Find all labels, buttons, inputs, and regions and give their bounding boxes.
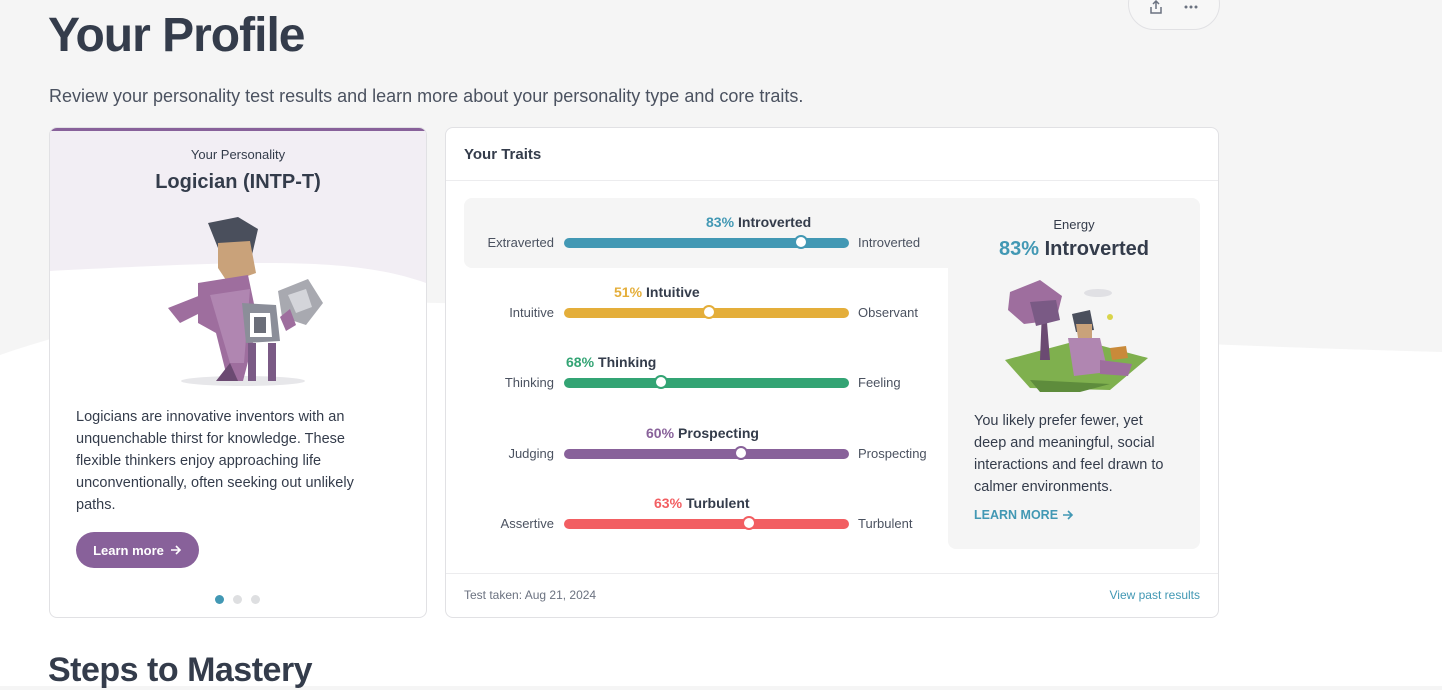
energy-panel: Energy 83% Introverted You likely prefer… <box>948 198 1200 549</box>
trait-left-label: Judging <box>508 446 554 461</box>
energy-description: You likely prefer fewer, yet deep and me… <box>974 413 1164 495</box>
personality-description: Logicians are innovative inventors with … <box>76 409 354 513</box>
logician-illustration <box>168 217 323 386</box>
traits-header: Your Traits <box>446 128 1218 181</box>
energy-percent: 83% <box>998 238 1039 260</box>
trait-percent: 83% <box>706 214 735 230</box>
traits-card: Your Traits 83% Introverted Extraverted Int… <box>445 127 1219 618</box>
traits-footer: Test taken: Aug 21, 2024 View past resul… <box>446 573 1218 617</box>
share-icon[interactable] <box>1145 0 1167 15</box>
trait-marker <box>793 235 808 249</box>
trait-left-label: Extraverted <box>487 235 554 250</box>
trait-left-label: Assertive <box>500 516 554 531</box>
trait-marker <box>733 446 748 460</box>
trait-right-label: Turbulent <box>858 516 913 531</box>
trait-bar <box>564 375 849 389</box>
trait-marker <box>702 305 717 319</box>
more-dots-icon[interactable] <box>1180 0 1202 15</box>
energy-illustration <box>1005 280 1148 392</box>
carousel-dot[interactable] <box>215 595 224 604</box>
trait-right-label: Observant <box>858 305 918 320</box>
actions-pill <box>1128 0 1220 30</box>
trait-left-label: Thinking <box>504 375 554 390</box>
trait-name: Thinking <box>598 354 657 370</box>
trait-row[interactable]: 51% Intuitive Intuitive Observant <box>464 268 949 338</box>
carousel-dots <box>215 595 260 604</box>
carousel-dot[interactable] <box>251 595 260 604</box>
page-subtitle: Review your personality test results and… <box>49 86 804 106</box>
trait-name: Introverted <box>738 214 812 230</box>
energy-learn-more-label: LEARN MORE <box>974 508 1059 522</box>
view-past-results-link[interactable]: View past results <box>1110 588 1201 602</box>
trait-right-label: Prospecting <box>858 446 927 461</box>
trait-percent: 60% <box>646 425 675 441</box>
personality-card: Your Personality Logician (INTP-T) Logic… <box>49 127 427 618</box>
energy-value: 83% Introverted <box>948 238 1200 261</box>
trait-marker <box>653 375 668 389</box>
trait-name: Intuitive <box>646 284 700 300</box>
trait-percent: 68% <box>566 354 595 370</box>
trait-percent: 51% <box>614 284 643 300</box>
steps-title: Steps to Mastery <box>48 651 313 689</box>
trait-right-label: Introverted <box>858 235 921 250</box>
trait-marker <box>742 516 757 530</box>
trait-row[interactable]: 60% Prospecting Judging Prospecting <box>464 409 949 479</box>
personality-label: Your Personality <box>190 147 286 162</box>
trait-left-label: Intuitive <box>509 305 554 320</box>
trait-percent: 63% <box>654 495 683 511</box>
trait-right-label: Feeling <box>858 375 901 390</box>
arrow-right-icon <box>1063 510 1074 520</box>
energy-label: Energy <box>1053 217 1095 232</box>
learn-more-label: Learn more <box>93 542 164 558</box>
trait-name: Turbulent <box>686 495 750 511</box>
traits-title: Your Traits <box>464 146 542 163</box>
trait-row[interactable]: 68% Thinking Thinking Feeling <box>464 338 949 408</box>
trait-bar <box>564 446 849 460</box>
trait-row[interactable]: 63% Turbulent Assertive Turbulent <box>464 479 949 549</box>
trait-bar <box>564 516 849 530</box>
carousel-dot[interactable] <box>233 595 242 604</box>
trait-bar <box>564 235 849 249</box>
trait-bar <box>564 305 849 319</box>
arrow-right-icon <box>170 545 182 555</box>
trait-row[interactable]: 83% Introverted Extraverted Introverted <box>464 198 949 268</box>
test-taken-date: Test taken: Aug 21, 2024 <box>464 588 597 602</box>
personality-type: Logician (INTP-T) <box>155 171 321 193</box>
energy-trait: Introverted <box>1044 238 1150 260</box>
learn-more-button[interactable]: Learn more <box>76 532 199 568</box>
page-title: Your Profile <box>48 9 305 62</box>
energy-learn-more-link[interactable]: LEARN MORE <box>974 508 1074 522</box>
trait-name: Prospecting <box>678 425 759 441</box>
